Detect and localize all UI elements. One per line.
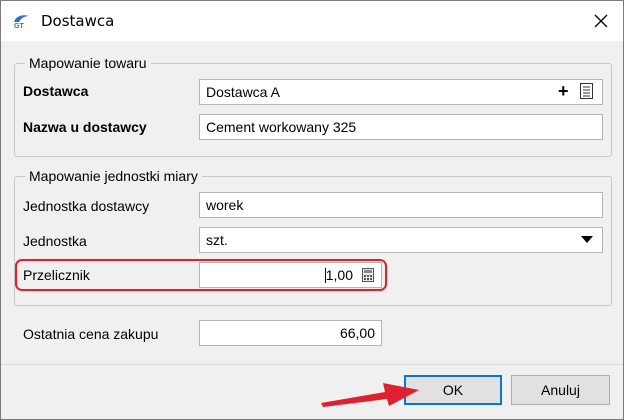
supplier-name-value: Cement workowany 325 — [206, 119, 357, 135]
unit-select[interactable]: szt. — [199, 227, 603, 253]
last-price-label: Ostatnia cena zakupu — [23, 326, 159, 342]
svg-text:GT: GT — [14, 23, 24, 29]
supplier-unit-value: worek — [206, 197, 244, 213]
unit-label: Jednostka — [23, 233, 87, 249]
window-title: Dostawca — [41, 12, 115, 30]
goods-mapping-group: Mapowanie towaru — [14, 55, 612, 157]
plus-icon: + — [558, 81, 569, 101]
supplier-label: Dostawca — [23, 83, 89, 99]
supplier-name-label: Nazwa u dostawcy — [23, 119, 147, 135]
add-supplier-button[interactable]: + — [558, 81, 572, 101]
cancel-button[interactable]: Anuluj — [511, 375, 610, 405]
ok-button-label: OK — [442, 382, 464, 398]
title-bar: GT Dostawca — [1, 1, 623, 41]
supplier-name-input[interactable]: Cement workowany 325 — [199, 114, 603, 140]
arrow-annotation-icon — [321, 383, 419, 407]
supplier-field[interactable]: Dostawca A — [199, 79, 603, 105]
supplier-value: Dostawca A — [206, 84, 280, 100]
goods-mapping-legend: Mapowanie towaru — [25, 55, 151, 71]
dropdown-arrow-icon[interactable] — [581, 236, 593, 244]
cancel-button-label: Anuluj — [541, 382, 580, 398]
last-price-value: 66,00 — [339, 325, 375, 341]
app-logo-icon: GT — [14, 15, 29, 29]
supplier-unit-input[interactable]: worek — [199, 192, 603, 218]
supplier-unit-label: Jednostka dostawcy — [23, 198, 150, 214]
list-picker-icon[interactable] — [580, 83, 593, 99]
close-icon — [594, 14, 608, 28]
last-price-field: 66,00 — [199, 320, 382, 346]
unit-value: szt. — [206, 232, 228, 248]
unit-mapping-legend: Mapowanie jednostki miary — [25, 168, 202, 184]
close-button[interactable] — [585, 7, 617, 35]
converter-highlight — [15, 259, 387, 291]
supplier-dialog: GT Dostawca Mapowanie towaru Dostawca Do… — [0, 0, 624, 420]
